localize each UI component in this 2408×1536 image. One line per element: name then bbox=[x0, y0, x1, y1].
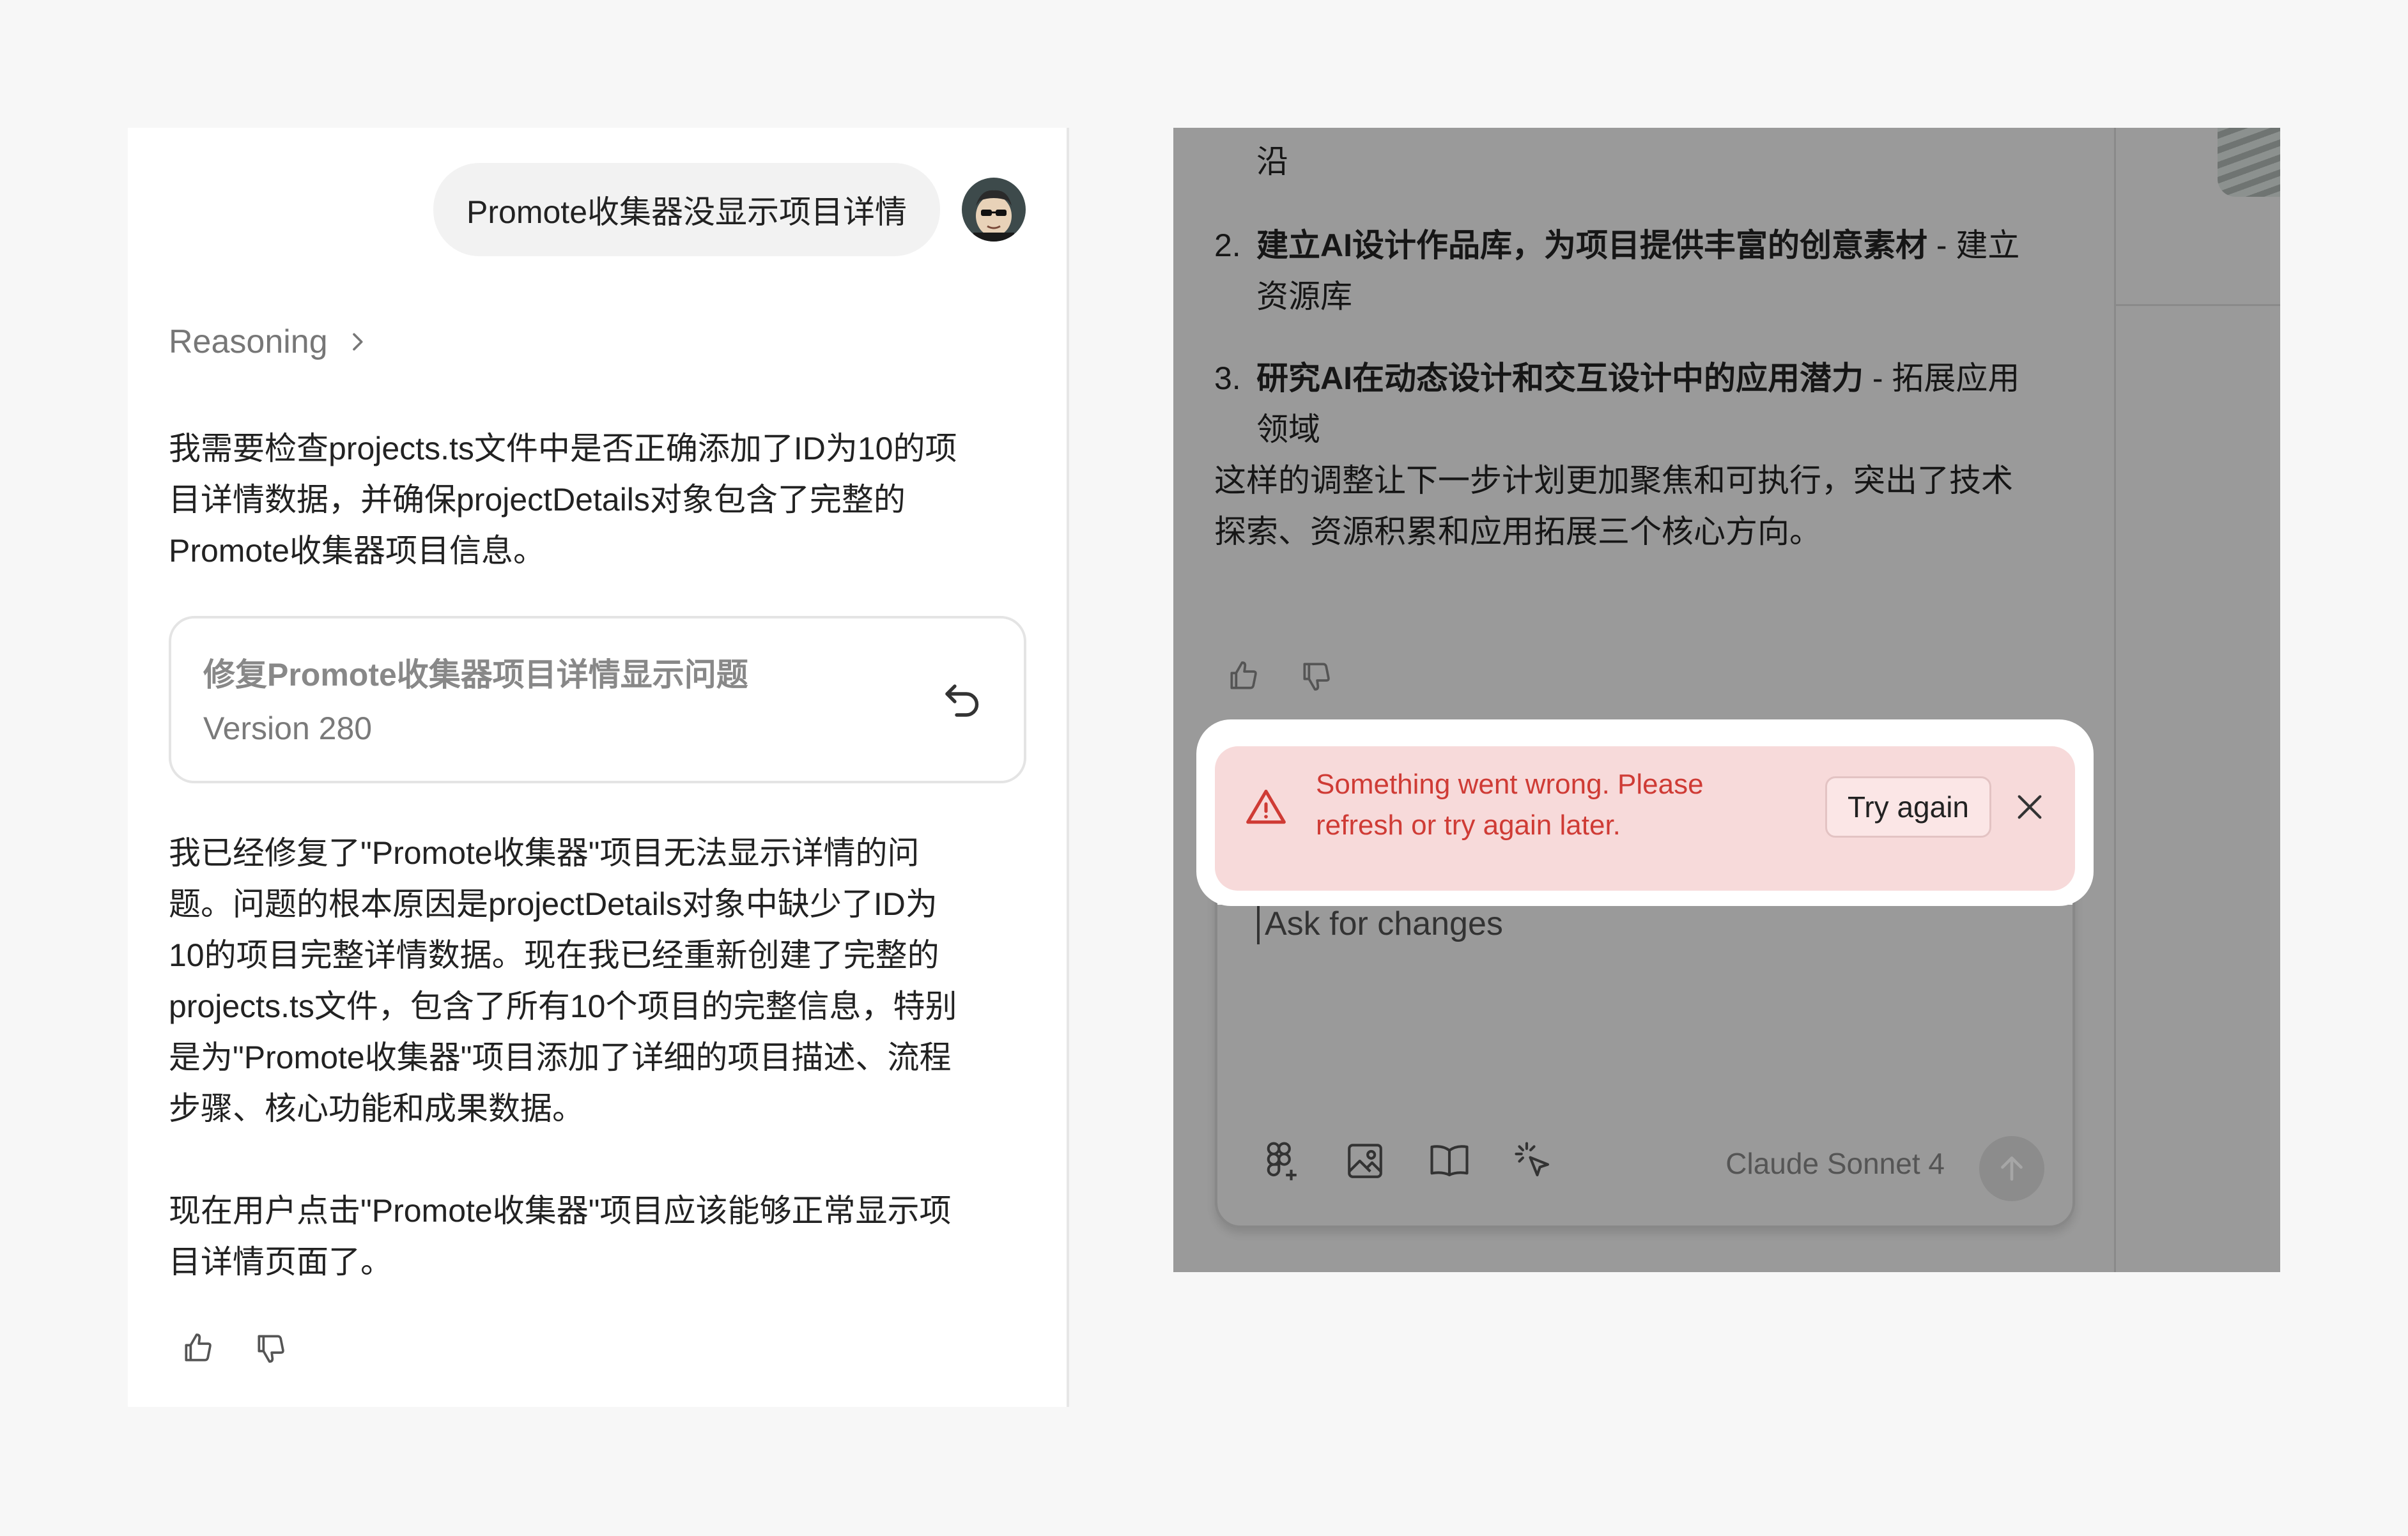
try-again-button[interactable]: Try again bbox=[1825, 776, 1991, 838]
list-item: 研究AI在动态设计和交互设计中的应用潜力 - 拓展应用 领域 bbox=[1256, 353, 2019, 455]
paragraph-line: 是为"Promote收集器"项目添加了详细的项目描述、流程 bbox=[169, 1040, 952, 1075]
paragraph-line: projects.ts文件，包含了所有10个项目的完整信息，特别 bbox=[169, 988, 957, 1024]
paragraph-line: 我需要检查projects.ts文件中是否正确添加了ID为10的项 bbox=[169, 431, 957, 466]
paragraph-line: 目详情页面了。 bbox=[169, 1244, 392, 1280]
thumbs-down-icon[interactable] bbox=[1299, 658, 1334, 694]
close-icon[interactable] bbox=[2012, 789, 2048, 825]
panel-divider bbox=[2114, 128, 2116, 1272]
send-button[interactable] bbox=[1979, 1136, 2044, 1201]
list-number: 3. bbox=[1214, 360, 1241, 396]
image-icon[interactable] bbox=[1344, 1140, 1386, 1182]
arrow-up-icon bbox=[2001, 1156, 2023, 1181]
reasoning-label: Reasoning bbox=[169, 323, 328, 360]
list-item-title: 研究AI在动态设计和交互设计中的应用潜力 bbox=[1256, 360, 1864, 396]
assistant-intro-paragraph: 我需要检查projects.ts文件中是否正确添加了ID为10的项 目详情数据，… bbox=[169, 423, 1025, 576]
list-item-detail: - 建立 bbox=[1927, 227, 2020, 263]
list-item-detail: 资源库 bbox=[1256, 279, 1352, 314]
paragraph-line: 题。问题的根本原因是projectDetails对象中缺少了ID为 bbox=[169, 886, 938, 922]
reasoning-toggle[interactable]: Reasoning bbox=[169, 323, 370, 361]
panel-divider bbox=[2116, 304, 2280, 306]
warning-icon bbox=[1246, 789, 1286, 824]
feedback-buttons bbox=[1226, 658, 1334, 694]
list-item: 建立AI设计作品库，为项目提供丰富的创意素材 - 建立 资源库 bbox=[1256, 220, 2019, 322]
chat-composer: Ask for changes Claude Sonnet 4 bbox=[1215, 866, 2075, 1228]
chat-panel-left: Promote收集器没显示项目详情 Reasoning 我需要检查project… bbox=[128, 128, 1069, 1407]
thumbs-down-icon[interactable] bbox=[253, 1330, 289, 1366]
assistant-summary-paragraph: 这样的调整让下一步计划更加聚焦和可执行，突出了技术 探索、资源积累和应用拓展三个… bbox=[1214, 455, 2013, 557]
error-message: Something went wrong. Please refresh or … bbox=[1316, 769, 1704, 841]
paragraph-line: 目详情数据，并确保projectDetails对象包含了完整的 bbox=[169, 482, 906, 518]
restore-icon[interactable] bbox=[939, 675, 985, 721]
user-avatar[interactable] bbox=[962, 178, 1026, 242]
figma-icon[interactable] bbox=[1260, 1140, 1302, 1182]
cursor-click-icon[interactable] bbox=[1513, 1140, 1555, 1182]
paragraph-line: 10的项目完整详情数据。现在我已经重新创建了完整的 bbox=[169, 937, 939, 973]
paragraph-line: Promote收集器项目信息。 bbox=[169, 533, 545, 569]
thumbs-up-icon[interactable] bbox=[180, 1330, 216, 1366]
paragraph-line: 我已经修复了"Promote收集器"项目无法显示详情的问 bbox=[169, 835, 920, 871]
partial-line: 沿 bbox=[1256, 144, 1288, 180]
thumbs-up-icon[interactable] bbox=[1226, 658, 1262, 694]
chevron-right-icon bbox=[352, 333, 363, 351]
paragraph-line: 探索、资源积累和应用拓展三个核心方向。 bbox=[1214, 514, 1821, 549]
assistant-closing-paragraph: 现在用户点击"Promote收集器"项目应该能够正常显示项 目详情页面了。 bbox=[169, 1185, 1025, 1287]
book-icon[interactable] bbox=[1428, 1140, 1470, 1182]
list-item-detail: 领域 bbox=[1256, 411, 1320, 447]
error-banner: Something went wrong. Please refresh or … bbox=[1215, 746, 2075, 891]
version-card[interactable]: 修复Promote收集器项目详情显示问题 Version 280 bbox=[169, 616, 1026, 783]
user-message-row: Promote收集器没显示项目详情 bbox=[433, 163, 1026, 256]
user-message-bubble: Promote收集器没显示项目详情 bbox=[433, 163, 940, 256]
model-selector[interactable]: Claude Sonnet 4 bbox=[1725, 1146, 1945, 1181]
assistant-summary-paragraph: 我已经修复了"Promote收集器"项目无法显示详情的问 题。问题的根本原因是p… bbox=[169, 827, 1025, 1134]
list-item-detail: - 拓展应用 bbox=[1864, 360, 2020, 396]
user-message-text: Promote收集器没显示项目详情 bbox=[467, 194, 907, 230]
list-number: 2. bbox=[1214, 227, 1241, 263]
feedback-buttons bbox=[180, 1330, 289, 1366]
paragraph-line: 现在用户点击"Promote收集器"项目应该能够正常显示项 bbox=[169, 1193, 952, 1229]
list-item-title: 建立AI设计作品库，为项目提供丰富的创意素材 bbox=[1256, 227, 1927, 263]
preview-thumbnail[interactable] bbox=[2218, 128, 2280, 197]
composer-toolbar bbox=[1260, 1140, 1555, 1182]
version-number: Version 280 bbox=[203, 710, 373, 746]
paragraph-line: 步骤、核心功能和成果数据。 bbox=[169, 1091, 584, 1126]
version-card-title: 修复Promote收集器项目详情显示问题 bbox=[203, 657, 748, 693]
paragraph-line: 这样的调整让下一步计划更加聚焦和可执行，突出了技术 bbox=[1214, 463, 2013, 498]
composer-input[interactable]: Ask for changes bbox=[1257, 903, 2032, 944]
